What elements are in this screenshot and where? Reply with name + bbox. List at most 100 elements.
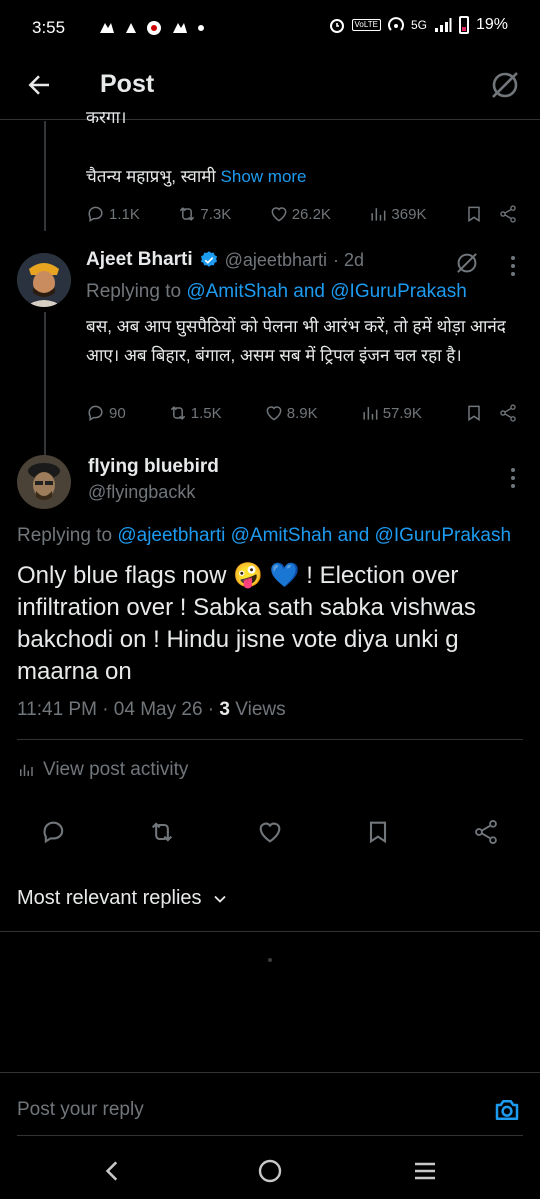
like-button[interactable]: 8.9K [264,403,318,423]
grok-button[interactable] [454,250,480,276]
app-notification-icon [147,21,161,35]
thread-connector [44,121,46,231]
analytics-icon [371,208,386,221]
share-button[interactable] [498,204,518,224]
post-author: Ajeet Bharti @ajeetbharti · 2d [86,249,364,271]
author-name[interactable]: Ajeet Bharti [86,249,193,271]
nav-recents-button[interactable] [412,1160,438,1182]
home-circle-icon [258,1159,282,1183]
zany-face-emoji: 🤪 [233,562,264,589]
status-time: 3:55 [32,18,66,37]
warning-icon [126,23,136,33]
reply-input-underline [17,1135,523,1136]
reply-input[interactable]: Post your reply [17,1099,144,1121]
camera-button[interactable] [492,1095,522,1125]
like-button[interactable]: 26.2K [269,204,331,224]
grok-icon [492,72,518,98]
grok-button[interactable] [488,68,522,102]
status-bar: 3:55 VoLTE 5G 19% [0,0,540,58]
views-button[interactable]: 369K [368,204,426,224]
signal-icon [434,18,452,32]
repost-button[interactable]: 1.5K [168,403,222,423]
bookmark-icon [468,206,480,223]
back-button[interactable] [24,70,56,102]
replying-to-links[interactable]: @AmitShah and @IGuruPrakash [186,281,466,302]
main-post-text: Only blue flags now 🤪 💙 ! Election over … [17,562,476,685]
system-icons: VoLTE 5G 19% [329,16,508,34]
avatar-image [17,455,71,509]
share-button[interactable] [472,818,500,846]
comment-icon [88,405,103,422]
post-text-content: चैतन्य महाप्रभु, स्वामी [86,167,216,186]
repost-icon [151,822,173,842]
analytics-icon [20,764,33,776]
bookmark-button[interactable] [464,204,484,224]
chevron-down-icon [213,895,226,903]
reply-composer: Post your reply [0,1072,540,1142]
share-icon [500,205,516,223]
bookmark-icon [369,821,387,844]
author-handle[interactable]: @ajeetbharti [225,250,327,271]
nav-back-button[interactable] [100,1158,126,1184]
replies-sort-dropdown[interactable]: Most relevant replies [17,887,230,910]
heart-icon [259,822,281,843]
avatar-image [17,253,71,307]
bookmark-icon [468,405,480,422]
more-options-button[interactable] [510,468,516,488]
post-author: flying bluebird @flyingbackk [88,456,219,503]
repost-button[interactable]: 7.3K [177,204,231,224]
views-count: 3 [219,699,230,720]
post-timestamp: 11:41 PM · 04 May 26 · 3 Views [17,699,286,720]
reply-button[interactable]: 1.1K [86,204,140,224]
battery-level: 19% [475,16,508,33]
hotspot-icon [388,17,404,31]
thread-connector [44,312,46,462]
loading-indicator [268,958,272,962]
replying-to-links[interactable]: @ajeetbharti @AmitShah and @IGuruPrakash [117,525,511,546]
author-name[interactable]: flying bluebird [88,456,219,478]
post-text-cut: करेगा। [86,112,127,127]
top-app-bar: Post [0,58,540,120]
main-post-actions [40,818,500,846]
post-actions: 90 1.5K 8.9K 57.9K [86,403,518,423]
view-post-activity-link[interactable]: View post activity [17,759,188,781]
show-more-link[interactable]: Show more [221,167,307,186]
repost-icon [180,207,195,221]
comment-icon [88,206,103,223]
post-text: बस, अब आप घुसपैठियों को पेलना भी आरंभ कर… [86,317,506,365]
analytics-icon [363,407,378,420]
nav-home-button[interactable] [257,1158,283,1184]
avatar[interactable] [17,455,71,509]
author-handle[interactable]: @flyingbackk [88,482,219,503]
share-icon [475,819,497,845]
avatar[interactable] [17,253,71,307]
heart-icon [271,207,287,222]
more-options-button[interactable] [510,256,516,276]
divider [0,931,540,932]
replying-to: Replying to @AmitShah and @IGuruPrakash [86,281,467,302]
views-button[interactable]: 57.9K [360,403,422,423]
recents-icon [415,1162,435,1180]
chevron-left-icon [105,1161,118,1181]
blue-heart-emoji: 💙 [269,562,300,589]
share-icon [500,404,516,422]
post-text: चैतन्य महाप्रभु, स्वामी Show more [86,163,307,191]
camera-icon [495,1100,519,1120]
arrow-left-icon [28,75,49,95]
post-actions: 1.1K 7.3K 26.2K 369K [86,204,518,224]
reply-button[interactable]: 90 [86,403,126,423]
replying-to: Replying to @ajeetbharti @AmitShah and @… [17,525,512,546]
reply-button[interactable] [40,818,68,846]
heart-icon [266,406,282,421]
system-navigation-bar [0,1142,540,1199]
share-button[interactable] [498,403,518,423]
volte-icon: VoLTE [351,19,381,31]
bookmark-button[interactable] [464,403,484,423]
bookmark-button[interactable] [364,818,392,846]
repost-icon [170,406,185,420]
like-button[interactable] [256,818,284,846]
verified-badge-icon [200,251,217,267]
notification-icons [98,20,204,36]
app-notification-icon [173,23,187,33]
repost-button[interactable] [148,818,176,846]
